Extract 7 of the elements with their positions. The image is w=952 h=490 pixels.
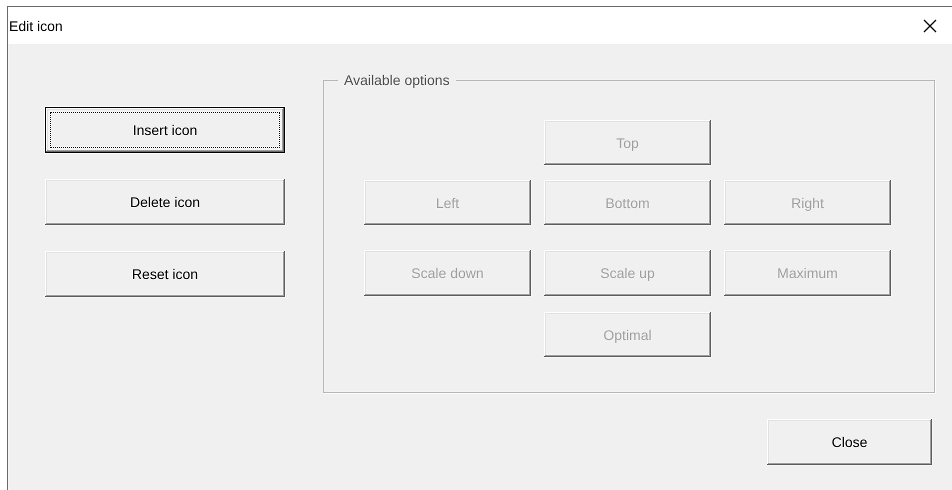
window-title: Edit icon	[9, 18, 63, 34]
close-dialog-button[interactable]: Close	[767, 419, 932, 465]
action-button[interactable]: Insert icon	[45, 107, 285, 153]
close-icon	[923, 18, 937, 32]
action-button[interactable]: Reset icon	[45, 251, 285, 297]
group-title: Available options	[338, 72, 456, 88]
action-button[interactable]: Delete icon	[45, 179, 285, 225]
